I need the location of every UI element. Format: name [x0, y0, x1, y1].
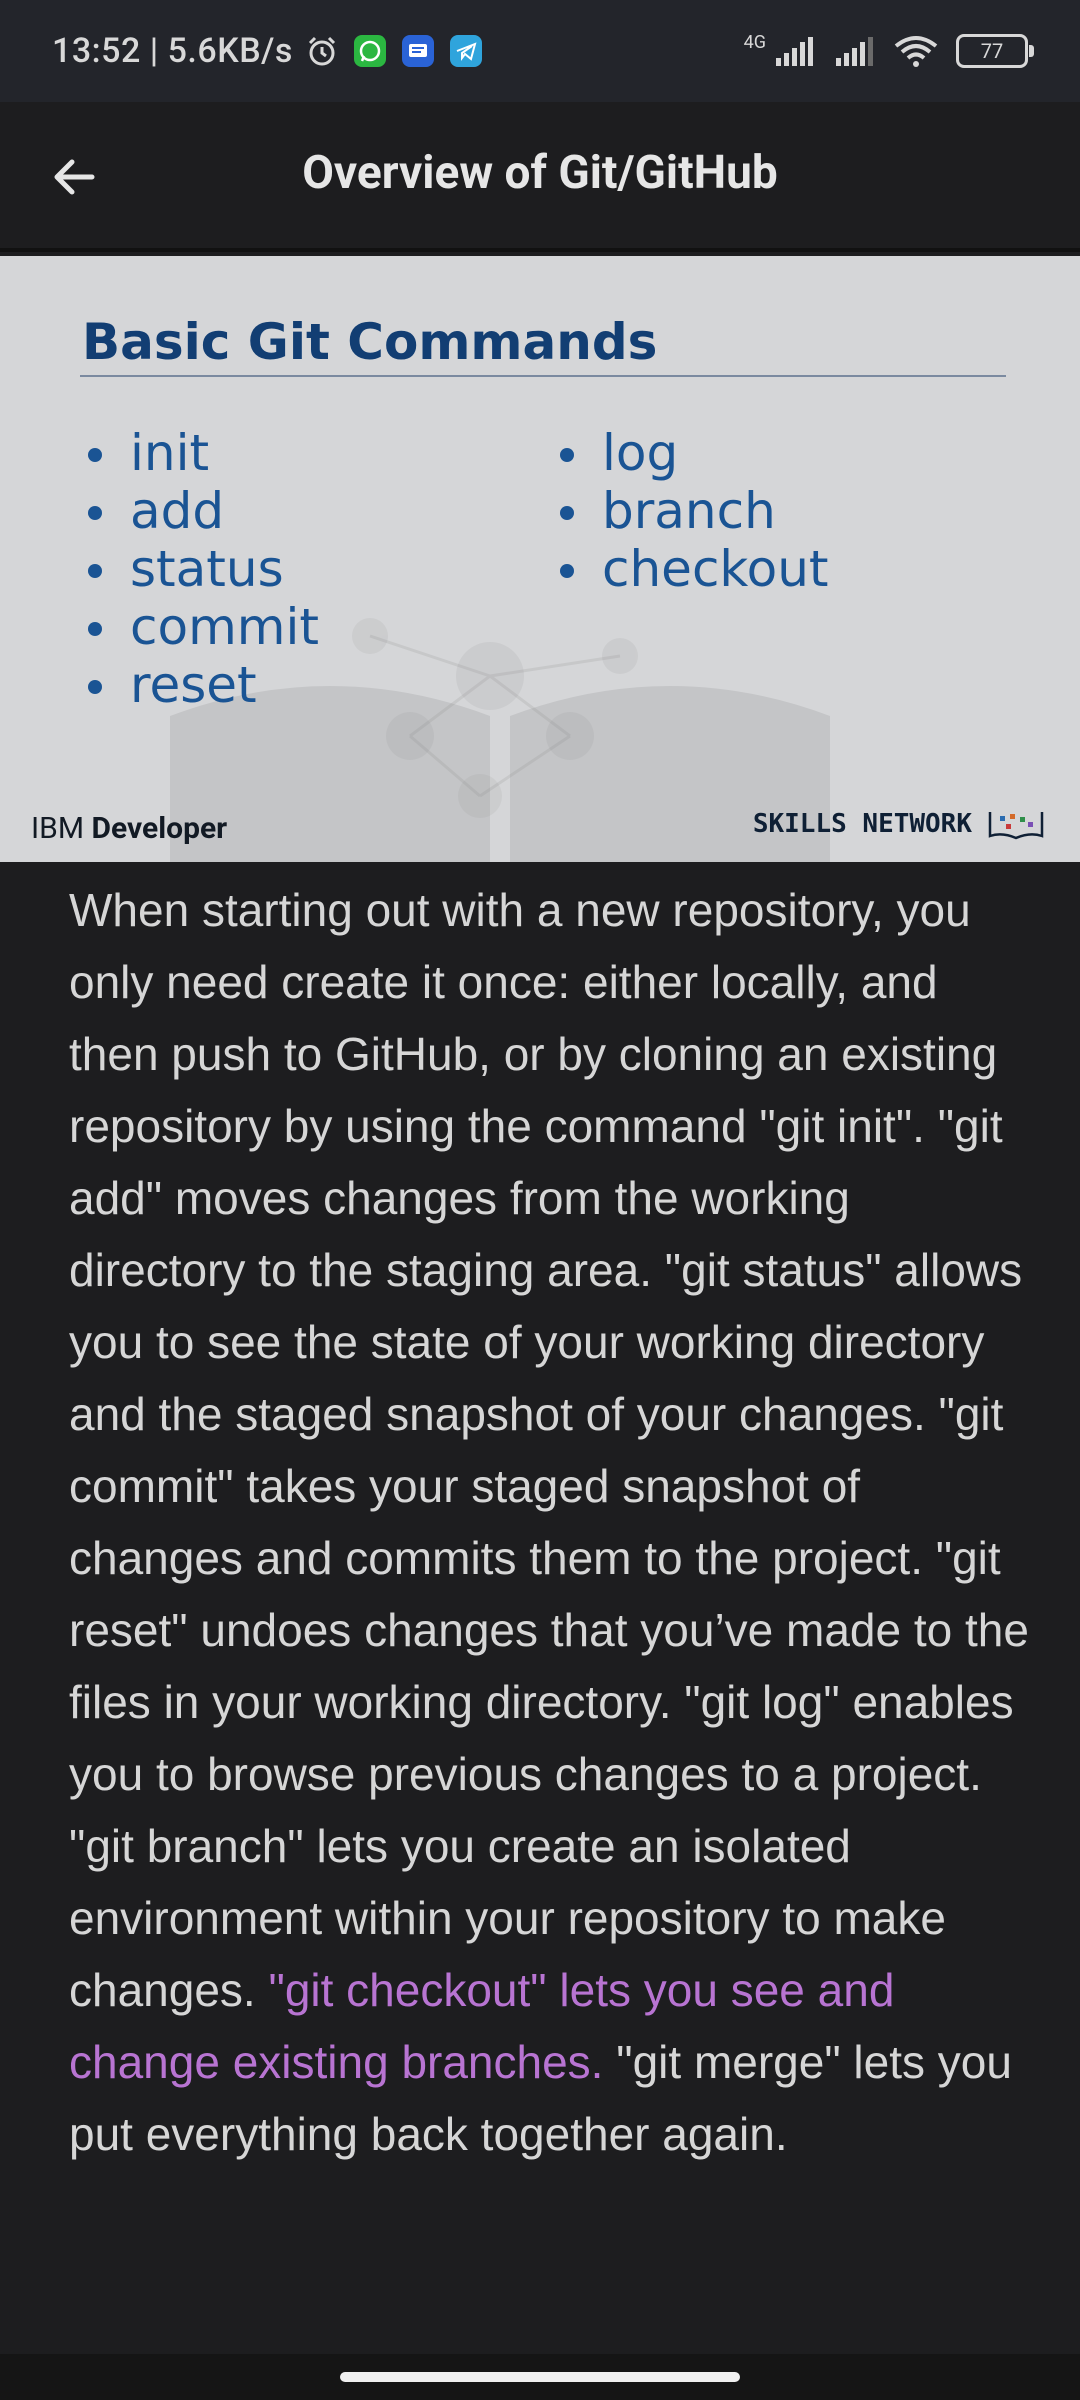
status-bar: 13:52 | 5.6KB/s 4G 77	[0, 0, 1080, 102]
command-label: add	[130, 482, 225, 540]
bullet-icon	[560, 448, 574, 462]
command-label: checkout	[602, 540, 829, 598]
bullet-icon	[560, 506, 574, 520]
skills-network-logo: SKILLS NETWORK	[753, 808, 1044, 840]
list-item: branch	[556, 482, 829, 540]
list-item: init	[84, 424, 319, 482]
time-speed: 13:52 | 5.6KB/s	[52, 31, 293, 71]
battery-indicator: 77	[956, 34, 1034, 68]
telegram-icon	[449, 35, 482, 67]
signal-2-icon	[836, 37, 873, 66]
signal-icon	[776, 37, 813, 66]
page-title: Overview of Git/GitHub	[302, 146, 778, 200]
skills-network-label: SKILLS NETWORK	[752, 809, 972, 839]
list-item: status	[84, 540, 319, 598]
command-label: reset	[130, 656, 257, 714]
description-text: When starting out with a new repository,…	[69, 884, 1029, 2016]
notification-icons	[305, 34, 483, 68]
app-bar: Overview of Git/GitHub	[0, 102, 1080, 252]
bullet-icon	[88, 448, 102, 462]
command-label: status	[130, 540, 284, 598]
bullet-icon	[560, 564, 574, 578]
bullet-icon	[88, 506, 102, 520]
command-label: branch	[602, 482, 776, 540]
command-label: log	[602, 424, 679, 482]
home-indicator[interactable]	[340, 2372, 740, 2382]
list-item: commit	[84, 598, 319, 656]
messages-icon	[401, 35, 434, 67]
network-type: 4G	[743, 31, 766, 53]
status-left: 13:52 | 5.6KB/s	[52, 31, 483, 71]
command-list-right: log branch checkout	[556, 424, 829, 598]
status-right: 4G 77	[743, 31, 1034, 68]
logo-bold: Developer	[91, 811, 228, 846]
bullet-icon	[88, 622, 102, 636]
slide-image: Basic Git Commands init add status commi…	[0, 256, 1080, 862]
skills-network-book-icon	[988, 812, 1044, 840]
list-item: checkout	[556, 540, 829, 598]
ibm-developer-logo: IBM Developer	[31, 811, 227, 846]
navigation-bar	[0, 2354, 1080, 2400]
wifi-icon	[894, 36, 938, 67]
slide-title: Basic Git Commands	[82, 313, 658, 371]
slide-divider	[80, 375, 1006, 377]
list-item: add	[84, 482, 319, 540]
list-item: reset	[84, 656, 319, 714]
command-label: init	[130, 424, 210, 482]
list-item: log	[556, 424, 829, 482]
command-list-left: init add status commit reset	[84, 424, 319, 714]
bullet-icon	[88, 680, 102, 694]
lesson-description: When starting out with a new repository,…	[69, 874, 1029, 2170]
whatsapp-icon	[353, 35, 386, 67]
alarm-icon	[308, 36, 335, 66]
logo-prefix: IBM	[31, 811, 85, 846]
bullet-icon	[88, 564, 102, 578]
command-label: commit	[130, 598, 319, 656]
